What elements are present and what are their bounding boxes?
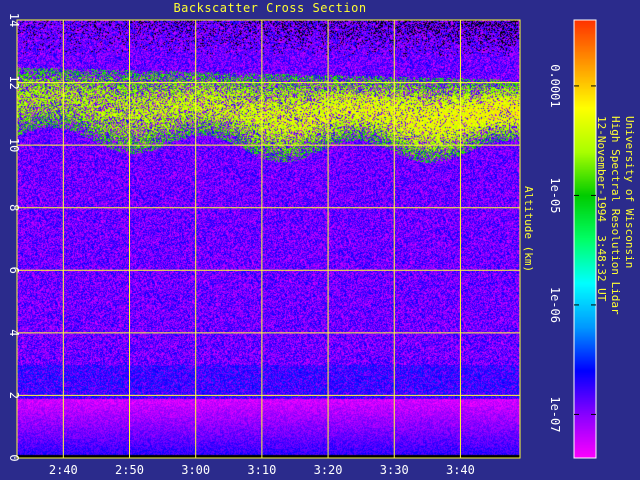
axes-overlay: 2:40 2:50 3:00 3:10 3:20 3:30 3:40 0 2 4 6 8 10 12 14 0… — [7, 13, 597, 477]
credit-line-2: High Spectral Resolution Lidar — [609, 116, 622, 315]
x-tick-label: 3:00 — [181, 463, 210, 477]
y-tick-label: 14 — [7, 13, 21, 27]
y-tick-label: 2 — [7, 392, 21, 399]
colorbar-tick-label: 0.0001 — [548, 64, 562, 107]
x-tick-label: 3:30 — [380, 463, 409, 477]
colorbar-tick-label: 1e-07 — [548, 396, 562, 432]
y-tick-label: 8 — [7, 204, 21, 211]
plot-frame — [16, 19, 521, 459]
x-tick-label: 2:50 — [115, 463, 144, 477]
y-tick-label: 4 — [7, 329, 21, 336]
credit-block: University of Wisconsin High Spectral Re… — [594, 116, 636, 315]
y-axis-label: Altitude (km) — [522, 186, 535, 273]
x-tick-label: 3:10 — [247, 463, 276, 477]
x-tick-label: 2:40 — [49, 463, 78, 477]
credit-line-1: University of Wisconsin — [623, 116, 636, 269]
colorbar-tick-label: 1e-05 — [548, 177, 562, 213]
colorbar-tick-label: 1e-06 — [548, 287, 562, 323]
credit-line-3: 12-November-1994 3:48:32 UT — [595, 116, 608, 302]
x-tick-label: 3:40 — [446, 463, 475, 477]
y-tick-label: 10 — [7, 138, 21, 152]
x-tick-label: 3:20 — [314, 463, 343, 477]
y-tick-label: 12 — [7, 75, 21, 89]
y-tick-label: 0 — [7, 454, 21, 461]
y-tick-label: 6 — [7, 267, 21, 274]
